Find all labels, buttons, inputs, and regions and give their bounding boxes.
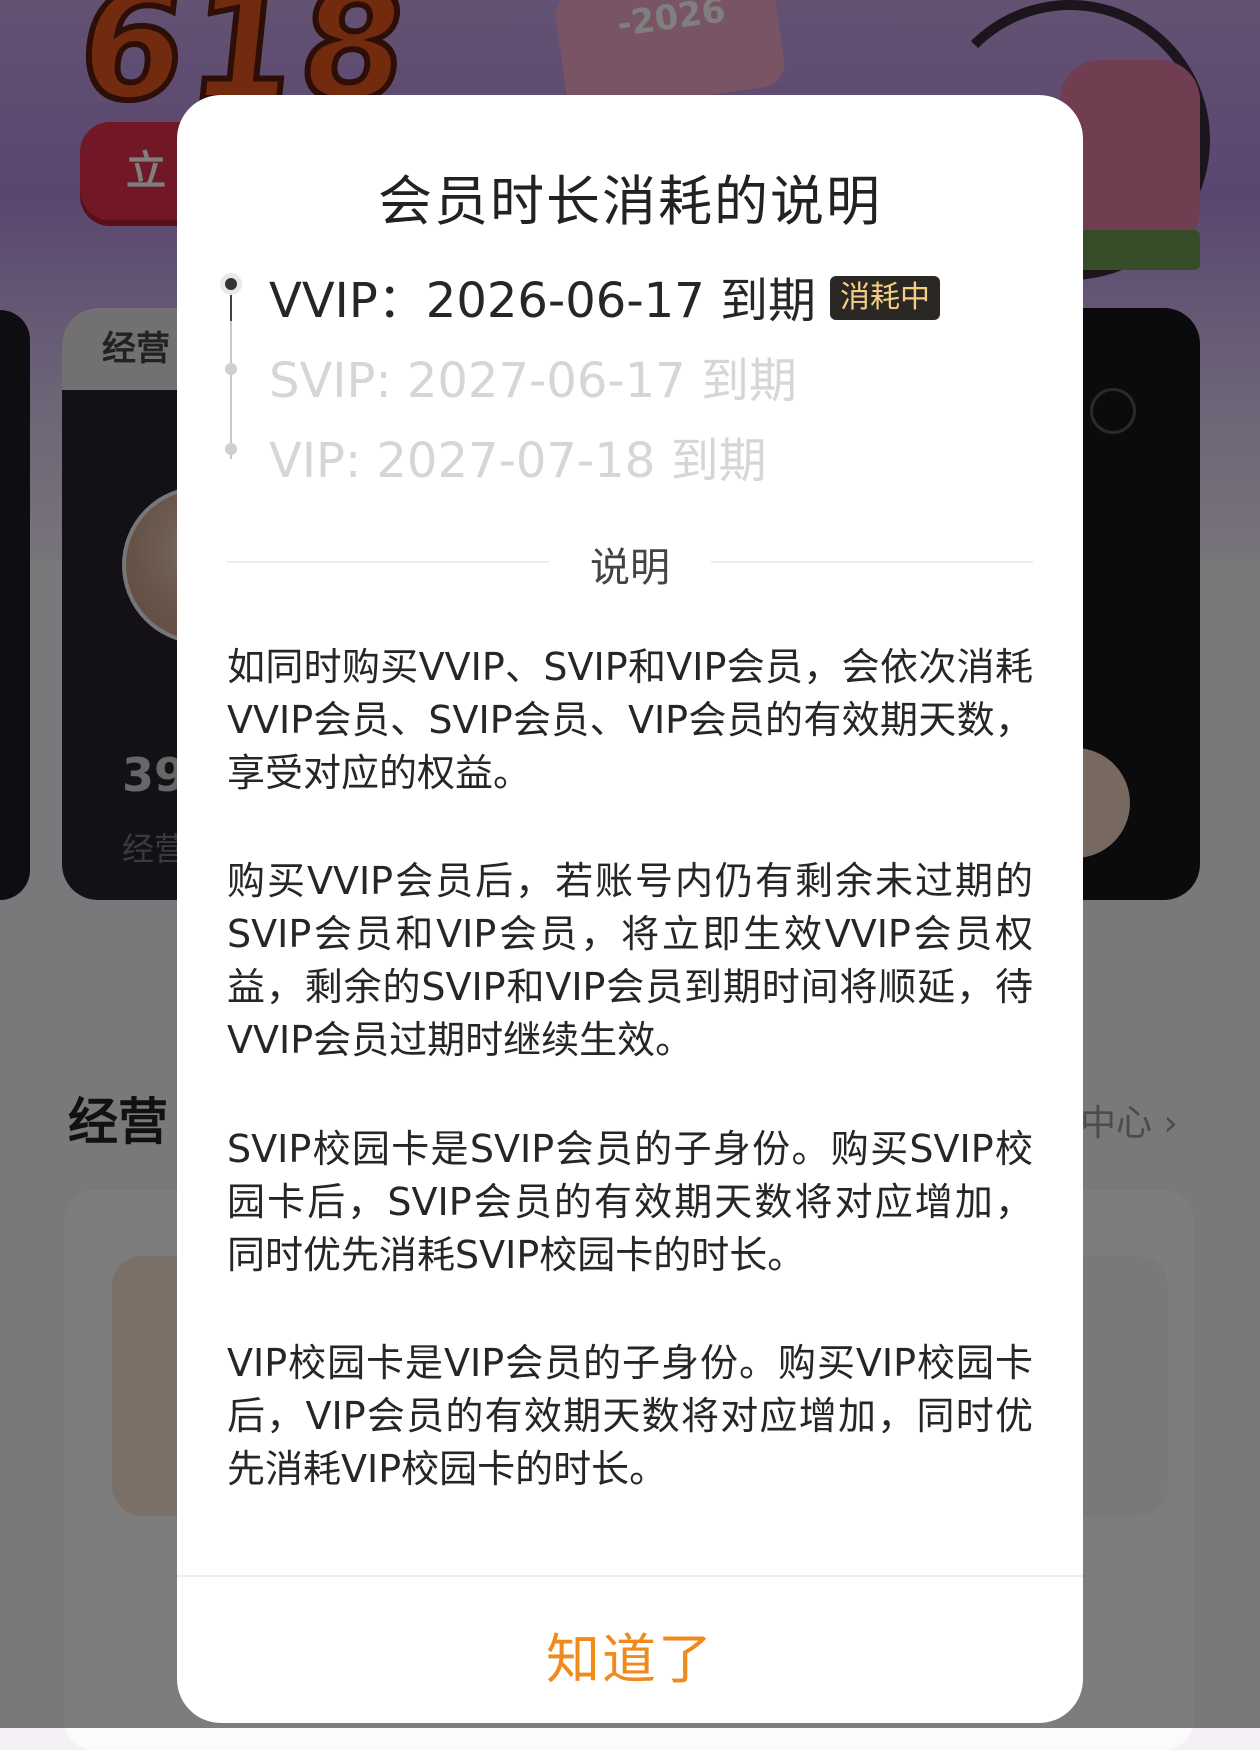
- timeline-item-vip: VIP: 2027-07-18 到期: [269, 421, 767, 491]
- explanation-paragraph: 购买VVIP会员后，若账号内仍有剩余未过期的SVIP会员和VIP会员，将立即生效…: [227, 859, 1033, 1062]
- consuming-badge: 消耗中: [830, 276, 940, 320]
- timeline-item-text: VVIP：2026-06-17 到期: [269, 273, 816, 329]
- timeline-dot: [225, 443, 237, 455]
- section-divider-right: [711, 561, 1033, 563]
- membership-timeline: VVIP：2026-06-17 到期 消耗中 SVIP: 2027-06-17 到…: [217, 273, 1057, 503]
- membership-duration-dialog: 会员时长消耗的说明 VVIP：2026-06-17 到期 消耗中 SVIP: 20…: [177, 95, 1083, 1723]
- timeline-item-vvip: VVIP：2026-06-17 到期 消耗中: [269, 261, 940, 331]
- explanation-paragraph: SVIP校园卡是SVIP会员的子身份。购买SVIP校园卡后，SVIP会员的有效期…: [227, 1127, 1033, 1277]
- timeline-item-svip: SVIP: 2027-06-17 到期: [269, 341, 797, 411]
- timeline-dot: [225, 363, 237, 375]
- timeline-item-text: SVIP: 2027-06-17 到期: [269, 353, 798, 409]
- explanation-paragraph: 如同时购买VVIP、SVIP和VIP会员，会依次消耗VVIP会员、SVIP会员、…: [227, 645, 1033, 795]
- timeline-item-text: VIP: 2027-07-18 到期: [269, 433, 767, 489]
- got-it-button[interactable]: 知道了: [177, 1615, 1083, 1694]
- timeline-line-active: [230, 291, 232, 321]
- explanation-paragraph: VIP校园卡是VIP会员的子身份。购买VIP校园卡后，VIP会员的有效期天数将对…: [227, 1341, 1033, 1491]
- explanation-label: 说明: [590, 545, 670, 591]
- dialog-title: 会员时长消耗的说明: [378, 170, 882, 233]
- dialog-footer: 知道了: [177, 1575, 1083, 1723]
- timeline-dot-active: [220, 273, 242, 295]
